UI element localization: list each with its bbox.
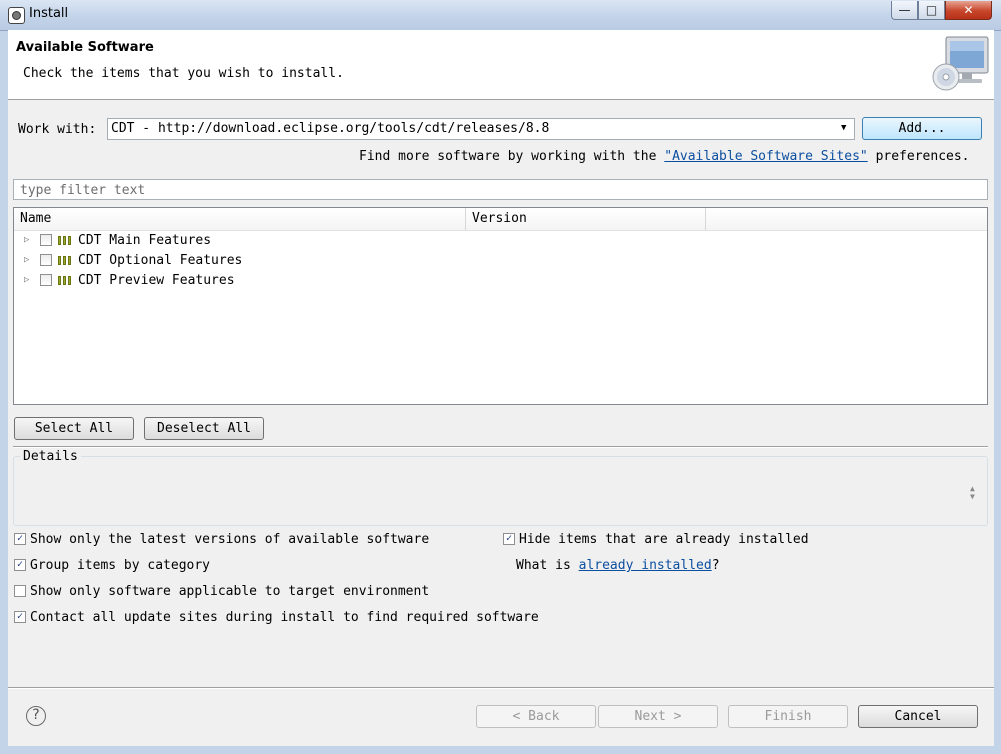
row-name: CDT Preview Features [78, 273, 235, 288]
window-title: Install [29, 6, 69, 21]
window-frame-left [0, 30, 8, 754]
what-is-installed-text: What is already installed? [516, 558, 720, 573]
finish-button[interactable]: Finish [728, 705, 848, 728]
latest-versions-checkbox[interactable]: ✓ [14, 533, 26, 545]
row-checkbox[interactable] [40, 254, 52, 266]
hide-installed-label: Hide items that are already installed [519, 532, 809, 547]
maximize-button[interactable]: □ [918, 1, 945, 20]
details-group: Details ▲ ▼ [13, 449, 988, 526]
package-feature-icon [58, 236, 72, 245]
deselect-all-button[interactable]: Deselect All [144, 417, 264, 440]
back-button[interactable]: < Back [476, 705, 596, 728]
filter-input[interactable] [18, 182, 982, 199]
tree-row[interactable]: ▷ CDT Main Features [14, 231, 987, 251]
window-frame-right [994, 30, 1001, 754]
software-tree[interactable]: Name Version ▷ CDT Main Features ▷ CDT O… [13, 207, 988, 405]
group-by-category-checkbox[interactable]: ✓ [14, 559, 26, 571]
what-is-suffix: ? [711, 558, 720, 573]
find-more-prefix: Find more software by working with the [359, 149, 665, 164]
hide-installed-checkbox[interactable]: ✓ [503, 533, 515, 545]
latest-versions-label: Show only the latest versions of availab… [30, 532, 430, 547]
tree-row[interactable]: ▷ CDT Preview Features [14, 271, 987, 291]
window-frame-bottom [0, 746, 1001, 754]
what-is-prefix: What is [516, 558, 579, 573]
minimize-button[interactable]: — [891, 1, 918, 20]
expand-triangle-icon[interactable]: ▷ [24, 235, 29, 245]
help-icon[interactable]: ? [26, 706, 46, 726]
work-with-label: Work with: [18, 122, 97, 137]
page-description: Check the items that you wish to install… [23, 66, 344, 81]
find-more-text: Find more software by working with the "… [359, 149, 970, 164]
details-scroll-arrows-icon[interactable]: ▲ ▼ [970, 485, 975, 501]
find-more-suffix: preferences. [867, 149, 970, 164]
target-environment-label: Show only software applicable to target … [30, 584, 430, 599]
already-installed-link[interactable]: already installed [579, 558, 712, 573]
tree-row[interactable]: ▷ CDT Optional Features [14, 251, 987, 271]
install-monitor-cd-icon [932, 36, 989, 91]
package-feature-icon [58, 256, 72, 265]
expand-triangle-icon[interactable]: ▷ [24, 255, 29, 265]
row-checkbox[interactable] [40, 234, 52, 246]
package-feature-icon [58, 276, 72, 285]
cancel-button[interactable]: Cancel [858, 705, 978, 728]
dropdown-arrow-icon[interactable]: ▼ [841, 123, 846, 133]
row-name: CDT Main Features [78, 233, 212, 248]
contact-update-sites-label: Contact all update sites during install … [30, 610, 539, 625]
filter-box[interactable] [13, 179, 988, 200]
title-bar[interactable]: Install — □ ✕ [0, 0, 1001, 31]
page-title: Available Software [16, 40, 154, 55]
work-with-combo[interactable]: CDT - http://download.eclipse.org/tools/… [107, 118, 855, 140]
work-with-value: CDT - http://download.eclipse.org/tools/… [111, 121, 550, 136]
close-button[interactable]: ✕ [945, 1, 992, 20]
footer-separator [8, 687, 994, 689]
row-checkbox[interactable] [40, 274, 52, 286]
group-by-category-label: Group items by category [30, 558, 211, 573]
tree-header: Name Version [14, 208, 987, 231]
details-label: Details [20, 449, 81, 464]
target-environment-checkbox[interactable] [14, 585, 26, 597]
row-name: CDT Optional Features [78, 253, 243, 268]
available-software-sites-link[interactable]: "Available Software Sites" [664, 149, 868, 164]
next-button[interactable]: Next > [598, 705, 718, 728]
eclipse-app-icon [8, 7, 25, 24]
column-header-name[interactable]: Name [14, 208, 466, 230]
separator [13, 446, 988, 448]
add-site-button[interactable]: Add... [862, 117, 982, 140]
select-all-button[interactable]: Select All [14, 417, 134, 440]
contact-update-sites-checkbox[interactable]: ✓ [14, 611, 26, 623]
column-header-version[interactable]: Version [466, 208, 706, 230]
expand-triangle-icon[interactable]: ▷ [24, 275, 29, 285]
wizard-header: Available Software Check the items that … [8, 30, 994, 100]
